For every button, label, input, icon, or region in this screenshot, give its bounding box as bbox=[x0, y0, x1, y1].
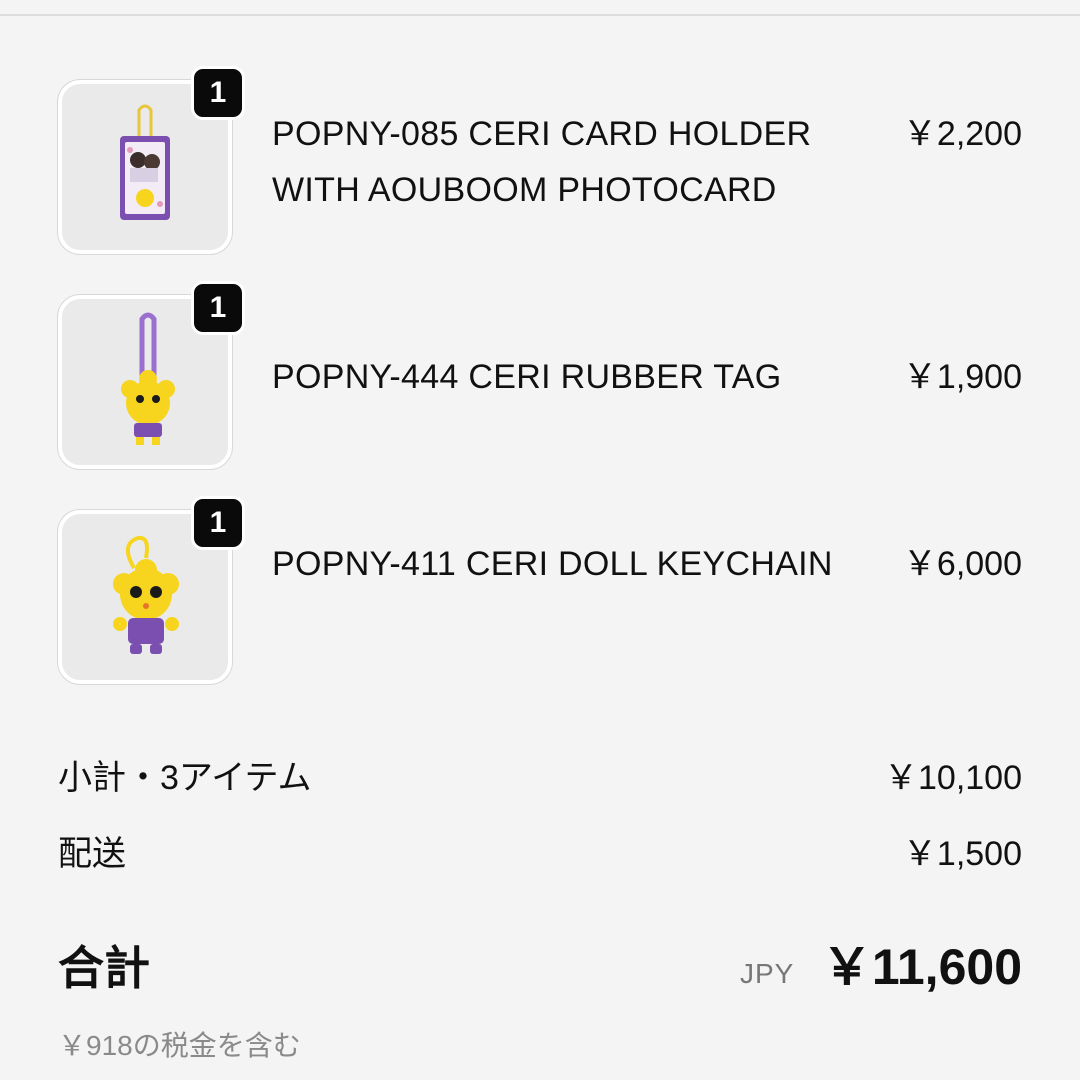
item-price: ￥2,200 bbox=[902, 115, 1022, 153]
currency-code: JPY bbox=[740, 958, 795, 989]
top-divider bbox=[0, 0, 1080, 16]
quantity-badge: 1 bbox=[191, 281, 245, 335]
item-name: POPNY-085 CERI CARD HOLDER WITH AOUBOOM … bbox=[272, 115, 812, 209]
subtotal-label: 小計・3アイテム bbox=[58, 759, 312, 797]
quantity-badge: 1 bbox=[191, 496, 245, 550]
line-item[interactable]: 1 POPNY-411 CERI DOLL KEYCHAIN ￥6,000 bbox=[58, 496, 1022, 684]
tax-note: ￥918の税金を含む bbox=[58, 1030, 301, 1061]
total-value: ￥11,600 bbox=[821, 939, 1022, 995]
subtotal-value: ￥10,100 bbox=[884, 759, 1022, 797]
item-name: POPNY-444 CERI RUBBER TAG bbox=[272, 358, 782, 396]
shipping-value: ￥1,500 bbox=[902, 835, 1022, 873]
item-price: ￥6,000 bbox=[902, 545, 1022, 583]
item-name: POPNY-411 CERI DOLL KEYCHAIN bbox=[272, 545, 833, 583]
line-item[interactable]: 1 POPNY-085 CERI CARD HOLDER WITH AOUBOO… bbox=[58, 66, 1022, 254]
quantity-badge: 1 bbox=[191, 66, 245, 120]
line-item[interactable]: 1 POPNY-444 CERI RUBBER TAG ￥1,900 bbox=[58, 281, 1022, 469]
shipping-label: 配送 bbox=[58, 835, 126, 873]
item-price: ￥1,900 bbox=[902, 358, 1022, 396]
total-label: 合計 bbox=[58, 942, 150, 994]
